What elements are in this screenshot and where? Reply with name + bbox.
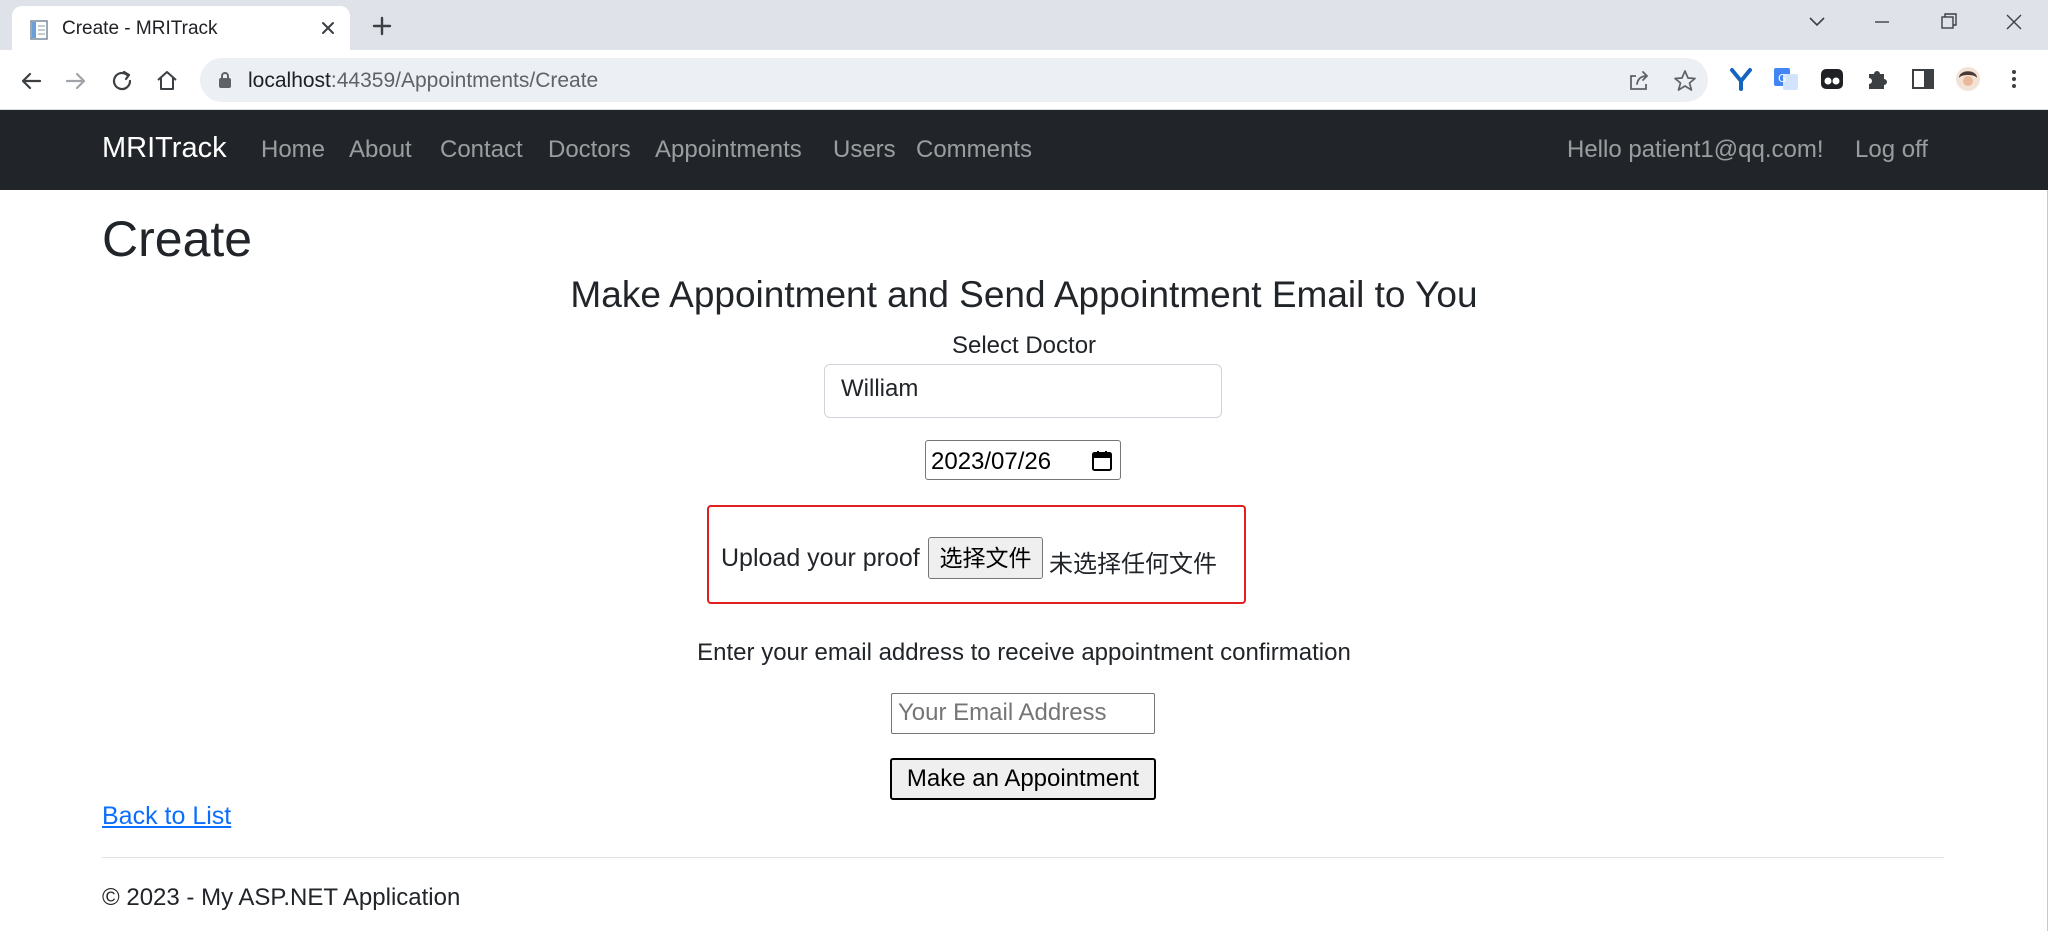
- lock-icon[interactable]: [218, 71, 232, 89]
- close-window-icon[interactable]: [1994, 6, 2034, 38]
- close-icon[interactable]: [314, 14, 342, 42]
- reload-icon[interactable]: [107, 66, 137, 96]
- choose-file-button[interactable]: 选择文件: [928, 537, 1043, 579]
- tab-title: Create - MRITrack: [62, 18, 218, 39]
- brand-link[interactable]: MRITrack: [102, 132, 227, 165]
- side-panel-icon[interactable]: [1908, 64, 1938, 94]
- restore-icon[interactable]: [1928, 6, 1968, 38]
- extension-glasses-icon[interactable]: [1817, 64, 1847, 94]
- kebab-menu-icon[interactable]: [1999, 64, 2029, 94]
- email-field[interactable]: Your Email Address: [891, 693, 1155, 734]
- nav-link-comments[interactable]: Comments: [916, 136, 1032, 164]
- star-icon[interactable]: [1672, 68, 1698, 94]
- no-file-chosen-text: 未选择任何文件: [1049, 551, 1217, 578]
- home-icon[interactable]: [152, 66, 182, 96]
- document-favicon-icon: [30, 20, 48, 40]
- profile-avatar-icon[interactable]: [1953, 64, 1983, 94]
- url-host: localhost: [248, 69, 331, 92]
- back-to-list-link[interactable]: Back to List: [102, 802, 231, 831]
- upload-proof-label: Upload your proof: [721, 544, 920, 572]
- svg-text:G: G: [1778, 72, 1787, 85]
- footer-divider: [102, 857, 1944, 858]
- appointment-date-input[interactable]: 2023/07/26: [925, 440, 1121, 480]
- site-navbar: MRITrack Home About Contact Doctors Appo…: [0, 110, 2048, 190]
- date-value: 2023/07/26: [931, 448, 1052, 475]
- address-bar[interactable]: localhost:44359/Appointments/Create: [200, 58, 1708, 102]
- page-title: Create: [102, 211, 253, 267]
- user-greeting-link[interactable]: Hello patient1@qq.com!: [1567, 136, 1824, 164]
- translate-icon[interactable]: G: [1771, 64, 1801, 94]
- nav-link-contact[interactable]: Contact: [440, 136, 523, 164]
- nav-link-doctors[interactable]: Doctors: [548, 136, 631, 164]
- upload-proof-highlight-box: Upload your proof 选择文件 未选择任何文件: [707, 505, 1246, 604]
- doctor-select[interactable]: William: [824, 364, 1222, 418]
- back-arrow-icon[interactable]: [16, 66, 46, 96]
- url-text[interactable]: localhost:44359/Appointments/Create: [248, 69, 598, 93]
- extension-y-icon[interactable]: [1726, 64, 1756, 94]
- browser-tab-active[interactable]: Create - MRITrack: [12, 6, 350, 50]
- share-icon[interactable]: [1626, 68, 1652, 94]
- plus-icon[interactable]: [366, 10, 398, 42]
- select-doctor-label: Select Doctor: [951, 332, 1097, 359]
- nav-link-appointments[interactable]: Appointments: [655, 136, 802, 164]
- nav-link-home[interactable]: Home: [261, 136, 325, 164]
- nav-link-about[interactable]: About: [349, 136, 412, 164]
- puzzle-extensions-icon[interactable]: [1862, 64, 1892, 94]
- forward-arrow-icon[interactable]: [61, 66, 91, 96]
- nav-link-users[interactable]: Users: [833, 136, 896, 164]
- email-instruction-label: Enter your email address to receive appo…: [697, 639, 1351, 666]
- logoff-link[interactable]: Log off: [1855, 136, 1928, 164]
- browser-toolbar: localhost:44359/Appointments/Create G: [0, 50, 2048, 110]
- chevron-down-icon[interactable]: [1797, 6, 1837, 38]
- footer-copyright: © 2023 - My ASP.NET Application: [102, 884, 461, 911]
- minimize-icon[interactable]: [1862, 6, 1902, 38]
- form-heading: Make Appointment and Send Appointment Em…: [570, 274, 1478, 315]
- url-path: :44359/Appointments/Create: [330, 69, 599, 92]
- calendar-icon[interactable]: [1090, 449, 1114, 473]
- browser-tab-strip: Create - MRITrack: [0, 0, 2048, 50]
- make-appointment-button[interactable]: Make an Appointment: [890, 758, 1156, 800]
